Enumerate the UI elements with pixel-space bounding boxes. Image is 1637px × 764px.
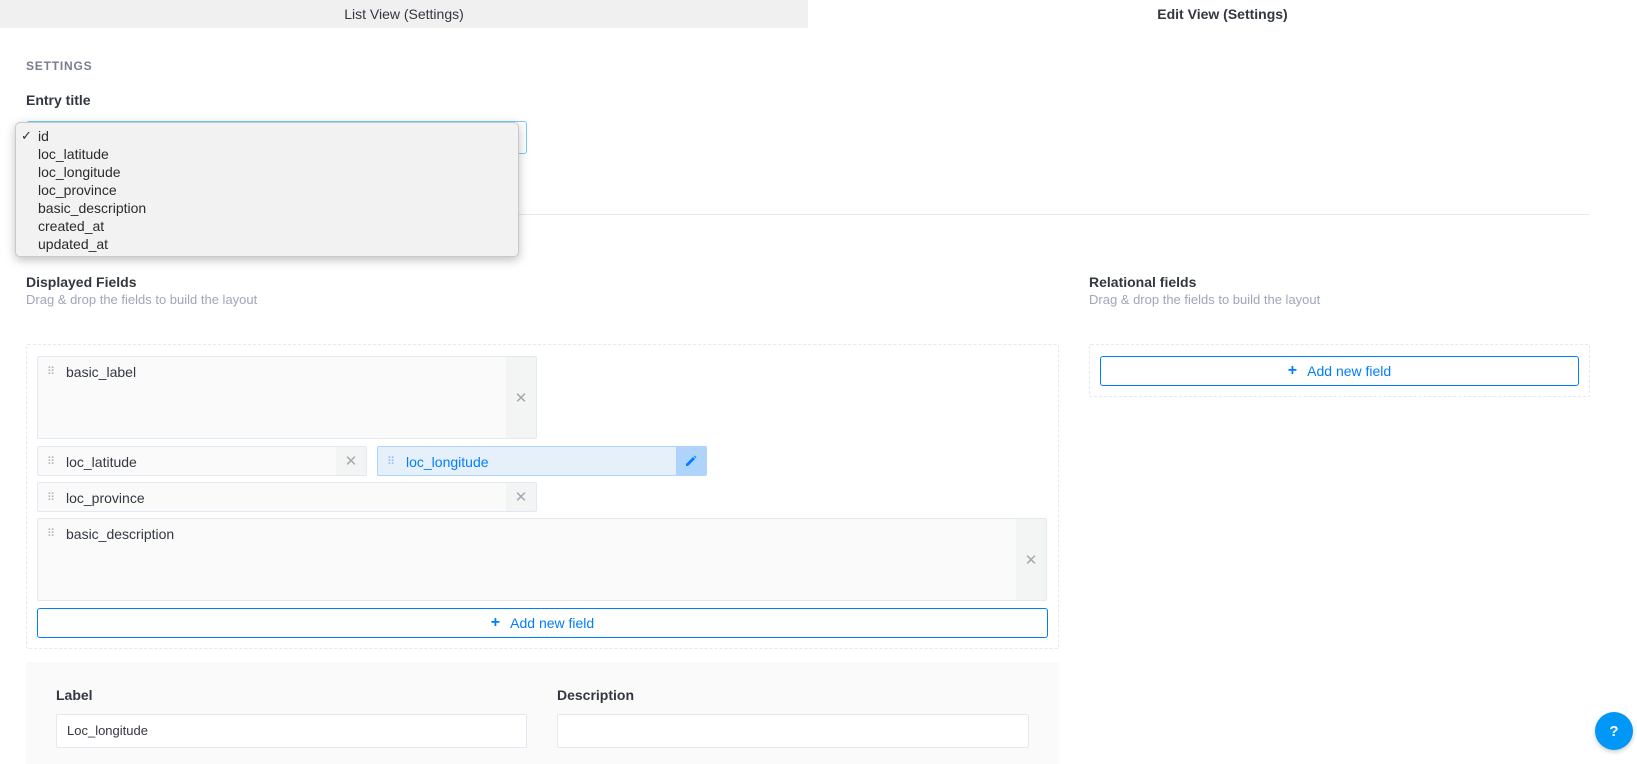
add-relational-field-label: Add new field — [1307, 363, 1392, 379]
close-icon[interactable]: ✕ — [506, 357, 536, 438]
tab-edit-view-settings[interactable]: Edit View (Settings) — [808, 0, 1637, 28]
option-loc-longitude[interactable]: loc_longitude — [16, 163, 518, 181]
field-basic-label[interactable]: ⠿ basic_label ✕ — [37, 356, 537, 439]
field-basic-description[interactable]: ⠿ basic_description ✕ — [37, 518, 1047, 601]
displayed-fields-subtitle: Drag & drop the fields to build the layo… — [26, 292, 258, 307]
field-edit-panel: Label Loc_longitude Description — [26, 662, 1059, 764]
close-icon[interactable]: ✕ — [1016, 519, 1046, 600]
option-id[interactable]: ✓ id — [16, 127, 518, 145]
field-name: loc_province — [66, 490, 145, 506]
description-input[interactable] — [557, 714, 1029, 748]
drag-handle-icon[interactable]: ⠿ — [387, 457, 397, 468]
tab-list-view-settings[interactable]: List View (Settings) — [0, 0, 808, 28]
add-new-field-label: Add new field — [510, 615, 595, 631]
drag-handle-icon[interactable]: ⠿ — [47, 367, 57, 378]
field-name: basic_label — [66, 364, 137, 380]
description-field-title: Description — [557, 687, 635, 703]
close-icon[interactable]: ✕ — [336, 447, 366, 475]
field-loc-latitude[interactable]: ⠿ loc_latitude ✕ — [37, 446, 367, 476]
plus-icon: + — [1287, 362, 1298, 379]
view-tabs: List View (Settings) Edit View (Settings… — [0, 0, 1637, 28]
option-label: id — [38, 128, 49, 144]
field-loc-longitude[interactable]: ⠿ loc_longitude — [377, 446, 707, 476]
label-input[interactable]: Loc_longitude — [56, 714, 527, 748]
option-basic-description[interactable]: basic_description — [16, 199, 518, 217]
entry-title-dropdown[interactable]: ✓ id loc_latitude loc_longitude loc_prov… — [15, 122, 519, 257]
add-relational-field-button[interactable]: + Add new field — [1100, 356, 1579, 386]
option-loc-latitude[interactable]: loc_latitude — [16, 145, 518, 163]
plus-icon: + — [490, 614, 501, 631]
option-updated-at[interactable]: updated_at — [16, 235, 518, 253]
close-icon[interactable]: ✕ — [506, 483, 536, 511]
field-name: loc_longitude — [406, 454, 489, 470]
field-loc-province[interactable]: ⠿ loc_province ✕ — [37, 482, 537, 512]
displayed-fields-title: Displayed Fields — [26, 274, 137, 290]
pencil-icon[interactable] — [676, 447, 706, 475]
relational-fields-subtitle: Drag & drop the fields to build the layo… — [1089, 292, 1321, 307]
label-field-title: Label — [56, 687, 93, 703]
option-loc-province[interactable]: loc_province — [16, 181, 518, 199]
drag-handle-icon[interactable]: ⠿ — [47, 457, 57, 468]
field-name: loc_latitude — [66, 454, 137, 470]
add-new-field-button[interactable]: + Add new field — [37, 608, 1048, 638]
help-button[interactable]: ? — [1595, 712, 1633, 750]
settings-heading: SETTINGS — [26, 59, 93, 73]
option-created-at[interactable]: created_at — [16, 217, 518, 235]
relational-fields-title: Relational fields — [1089, 274, 1197, 290]
drag-handle-icon[interactable]: ⠿ — [47, 529, 57, 540]
checkmark-icon: ✓ — [21, 128, 32, 143]
drag-handle-icon[interactable]: ⠿ — [47, 493, 57, 504]
field-name: basic_description — [66, 526, 175, 542]
entry-title-label: Entry title — [26, 92, 91, 108]
